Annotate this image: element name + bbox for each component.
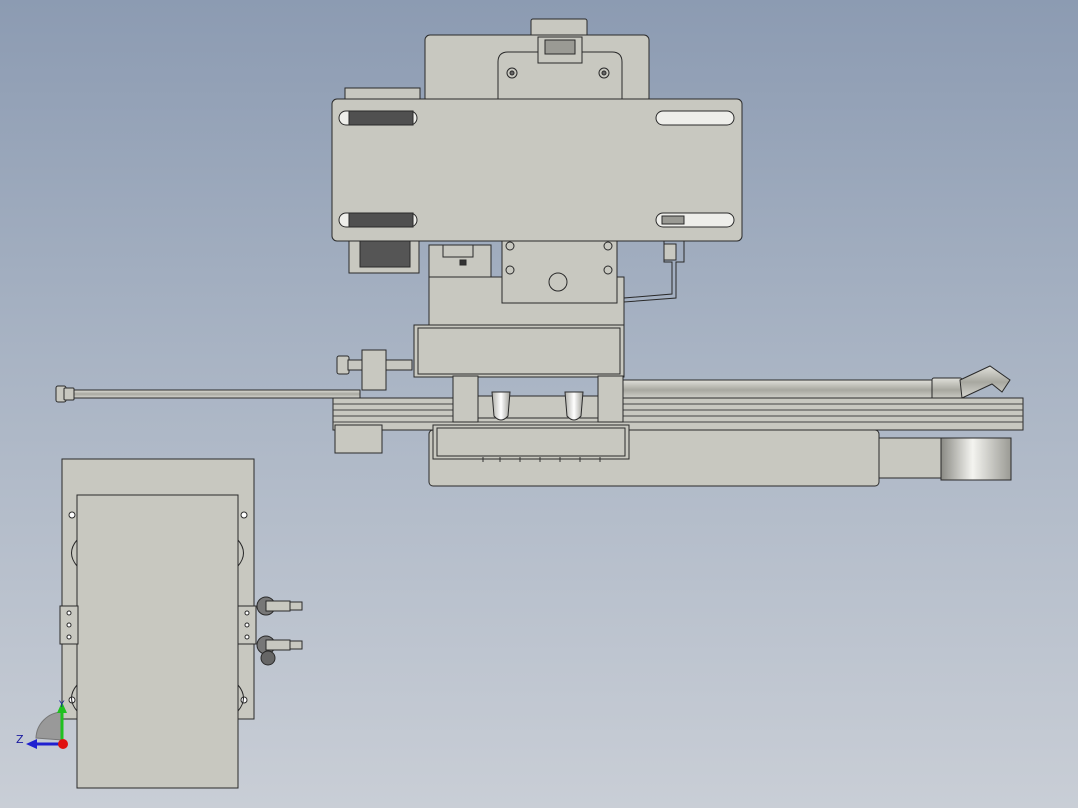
nozzle (491, 391, 511, 421)
slide-body (413, 324, 625, 378)
cad-viewport[interactable]: Y Z (0, 0, 1078, 808)
triad-origin (58, 739, 68, 749)
nozzle (564, 391, 584, 421)
end-roller (940, 437, 1012, 481)
top-cap (530, 18, 588, 38)
plate-screw (603, 241, 613, 251)
plate-screw (505, 241, 515, 251)
slider-block (452, 375, 479, 423)
y-axis-label: Y (58, 700, 65, 710)
plate-screw (603, 265, 613, 275)
stop-block (361, 349, 387, 391)
plate-screw (505, 265, 515, 275)
fixture-cover (76, 494, 239, 789)
orientation-triad[interactable]: Y Z (16, 700, 68, 749)
stop-nut (336, 355, 350, 375)
rail-end-foot (334, 424, 383, 454)
cylinder-barrel (619, 379, 961, 401)
air-fitting (256, 635, 303, 666)
slider-block (597, 375, 624, 423)
tray-extension (878, 437, 942, 479)
sensor-port (548, 272, 568, 292)
air-fitting (256, 596, 303, 616)
triad-arc (35, 711, 63, 741)
guide-rod (69, 389, 361, 399)
side-fixture (59, 458, 303, 789)
sensor-plate (501, 240, 618, 304)
upper-assembly (331, 18, 743, 378)
z-axis-label: Z (16, 733, 24, 746)
slot-hole (655, 110, 735, 126)
elbow-fitting (959, 365, 1011, 399)
